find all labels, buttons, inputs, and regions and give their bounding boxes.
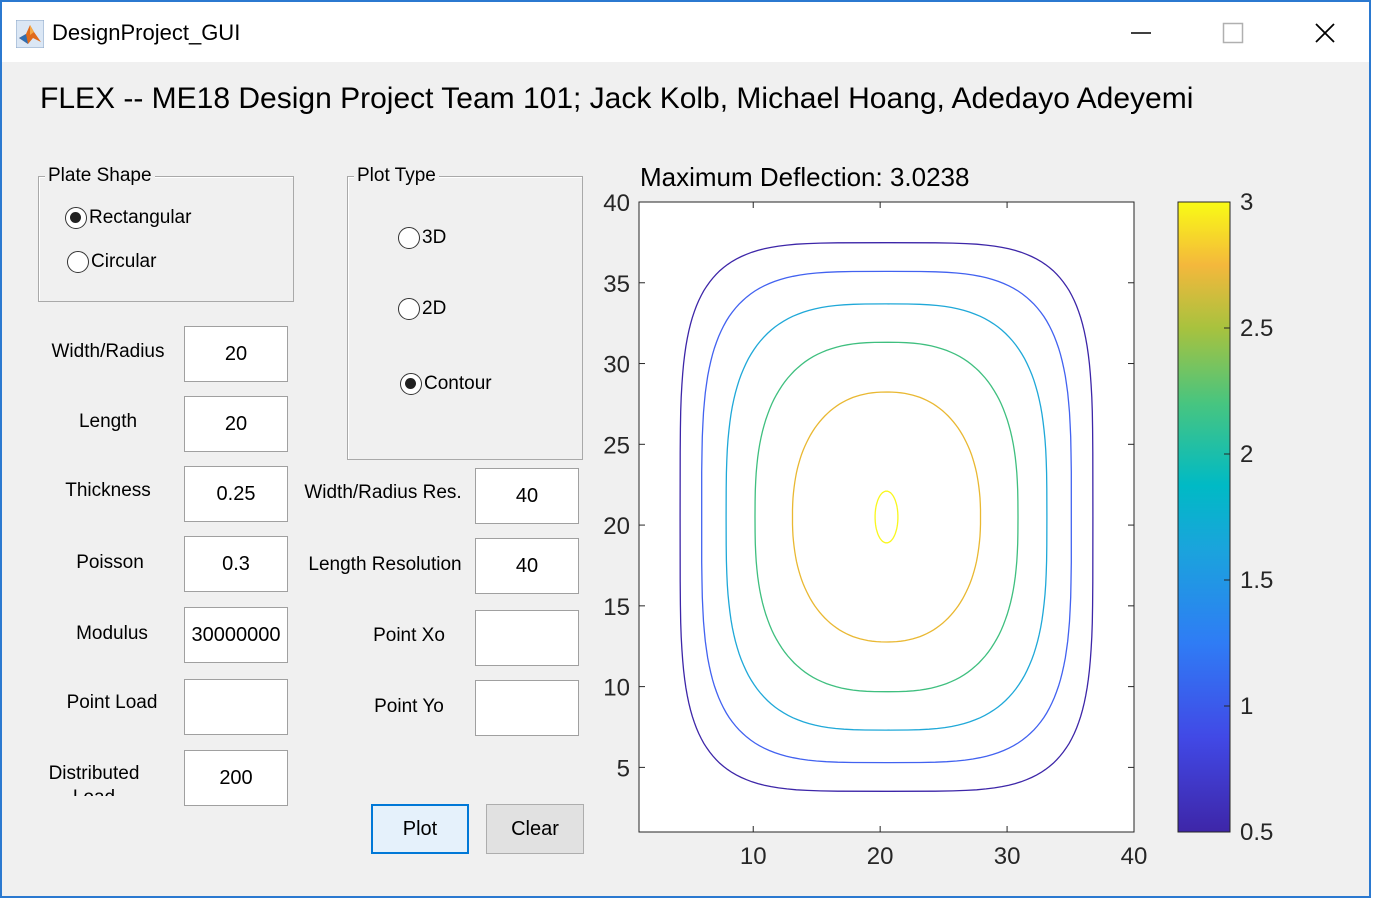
radio-3d-label: 3D — [422, 227, 447, 248]
radio-unselected-icon — [398, 298, 420, 320]
point-xo-field[interactable] — [475, 610, 579, 666]
radio-unselected-icon — [67, 251, 89, 273]
width-radius-res-label: Width/Radius Res. — [304, 482, 462, 503]
maximize-button[interactable] — [1188, 8, 1278, 58]
point-load-label: Point Load — [66, 692, 158, 713]
length-resolution-field[interactable]: 40 — [475, 538, 579, 594]
poisson-field[interactable]: 0.3 — [184, 536, 288, 592]
colorbar: 0.5 1 1.5 2 2.5 3 — [1177, 189, 1273, 846]
point-yo-field[interactable] — [475, 680, 579, 736]
plot-type-panel: Plot Type — [347, 165, 583, 460]
close-button[interactable] — [1280, 8, 1370, 58]
radio-2d[interactable]: 2D — [398, 298, 446, 320]
radio-rectangular[interactable]: Rectangular — [65, 207, 191, 229]
colorbar-tick-label: 3 — [1240, 189, 1253, 216]
width-radius-field[interactable]: 20 — [184, 326, 288, 382]
colorbar-tick-label: 1.5 — [1240, 567, 1273, 594]
x-tick-label: 20 — [867, 843, 894, 870]
distributed-load-label: Distributed Load — [48, 763, 140, 796]
y-tick-label: 40 — [603, 190, 630, 217]
radio-contour[interactable]: Contour — [400, 373, 492, 395]
thickness-label: Thickness — [65, 480, 151, 501]
page-heading: FLEX -- ME18 Design Project Team 101; Ja… — [40, 82, 1194, 115]
window-title: DesignProject_GUI — [52, 20, 241, 45]
plate-shape-title: Plate Shape — [45, 165, 155, 187]
radio-circular[interactable]: Circular — [67, 251, 156, 273]
plot-button[interactable]: Plot — [371, 804, 469, 854]
colorbar-gradient — [1177, 201, 1231, 833]
matlab-logo-icon — [16, 20, 44, 48]
point-xo-label: Point Xo — [373, 625, 445, 646]
radio-selected-icon — [400, 373, 422, 395]
x-tick-label: 40 — [1121, 843, 1148, 870]
radio-contour-label: Contour — [424, 373, 492, 394]
radio-selected-icon — [65, 207, 87, 229]
y-tick-label: 20 — [603, 513, 630, 540]
colorbar-tick-label: 1 — [1240, 693, 1253, 720]
length-field[interactable]: 20 — [184, 396, 288, 452]
width-radius-res-field[interactable]: 40 — [475, 468, 579, 524]
y-tick-label: 30 — [603, 352, 630, 379]
plot-type-title: Plot Type — [354, 165, 439, 187]
thickness-field[interactable]: 0.25 — [184, 466, 288, 522]
contour-plot: 10 20 30 40 5 10 15 20 25 30 35 40 — [603, 190, 1148, 870]
title-bar: DesignProject_GUI — [2, 2, 1369, 62]
point-load-field[interactable] — [184, 679, 288, 735]
point-yo-label: Point Yo — [374, 696, 444, 717]
y-tick-label: 5 — [617, 755, 630, 782]
radio-circular-label: Circular — [91, 251, 157, 272]
radio-unselected-icon — [398, 227, 420, 249]
radio-2d-label: 2D — [422, 298, 447, 319]
y-tick-label: 35 — [603, 271, 630, 298]
clear-button[interactable]: Clear — [486, 804, 584, 854]
close-icon — [1315, 23, 1335, 43]
length-label: Length — [78, 411, 138, 432]
distributed-load-field[interactable]: 200 — [184, 750, 288, 806]
length-resolution-label: Length Resolution — [308, 554, 462, 575]
colorbar-tick-label: 0.5 — [1240, 819, 1273, 846]
radio-rectangular-label: Rectangular — [89, 207, 192, 228]
y-tick-label: 15 — [603, 594, 630, 621]
y-tick-label: 10 — [603, 675, 630, 702]
width-radius-label: Width/Radius — [51, 341, 165, 362]
plate-shape-panel: Plate Shape — [38, 165, 294, 302]
minimize-button[interactable] — [1096, 8, 1186, 58]
poisson-label: Poisson — [76, 552, 144, 573]
modulus-label: Modulus — [76, 623, 148, 644]
colorbar-tick-label: 2.5 — [1240, 315, 1273, 342]
radio-3d[interactable]: 3D — [398, 227, 446, 249]
app-window: DesignProject_GUI FLEX -- ME18 Design Pr… — [0, 0, 1371, 898]
x-tick-label: 30 — [994, 843, 1021, 870]
x-tick-label: 10 — [740, 843, 767, 870]
colorbar-tick-label: 2 — [1240, 441, 1253, 468]
minimize-icon — [1131, 32, 1151, 34]
maximize-icon — [1222, 22, 1244, 44]
y-tick-label: 25 — [603, 432, 630, 459]
modulus-field[interactable]: 30000000 — [184, 607, 288, 663]
colorbar-ticks: 0.5 1 1.5 2 2.5 3 — [1224, 189, 1273, 846]
plot-axes-box — [638, 201, 1135, 833]
